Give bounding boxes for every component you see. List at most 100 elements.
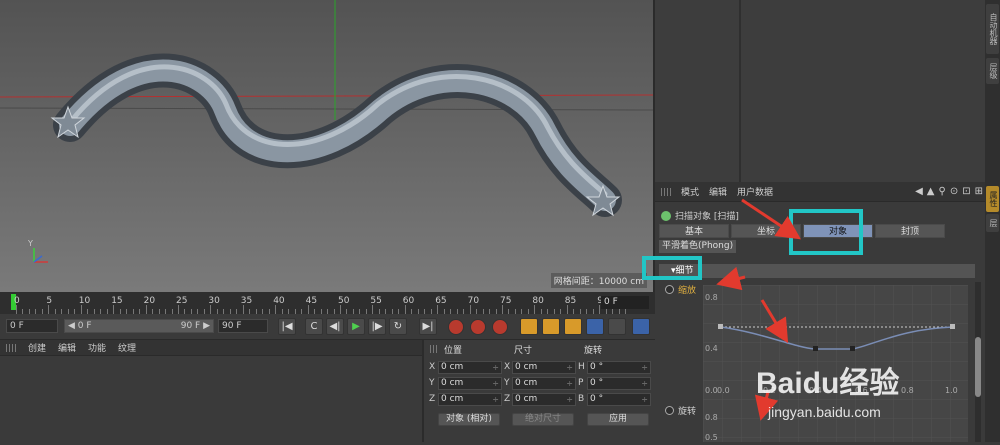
timeline-minor-tick (178, 305, 179, 314)
param-key-icon[interactable] (586, 318, 604, 335)
end-frame-field[interactable]: 90 F (218, 319, 268, 333)
graph-x-tick: 1.0 (945, 386, 958, 395)
scale-row: 缩放 (665, 283, 696, 296)
autokey-icon[interactable] (470, 319, 486, 335)
timeline-minor-tick (307, 305, 309, 314)
timeline-minor-tick (145, 305, 147, 314)
attribute-scrollbar[interactable] (975, 282, 981, 442)
menu-mode[interactable]: 模式 (681, 185, 699, 198)
coordinate-mode-dropdown[interactable]: 对象 (相对) (438, 413, 500, 426)
timeline-minor-tick (275, 305, 277, 314)
graph-y-tick: 0.5 (705, 433, 718, 442)
menu-edit[interactable]: 编辑 (58, 341, 76, 354)
apply-button[interactable]: 应用 (587, 413, 649, 426)
loop-button[interactable]: ↻ (389, 318, 407, 335)
timeline-minor-tick (113, 305, 115, 314)
timeline-minor-tick (340, 305, 341, 314)
timeline-ruler[interactable]: 051015202530354045505560657075808590 0 F (0, 292, 655, 314)
prev-frame-button[interactable]: ◀| (326, 318, 344, 335)
material-menu-bar: 创建 编辑 功能 纹理 (0, 340, 422, 356)
grip-icon (661, 187, 671, 196)
rot-h-label: H (578, 362, 585, 372)
graph-y-tick: 0.8 (705, 413, 718, 422)
size-mode-dropdown[interactable]: 绝对尺寸 (512, 413, 574, 426)
current-frame-field[interactable]: 0 F (601, 296, 649, 309)
details-section-header[interactable]: ▾细节 (659, 264, 975, 278)
record-icon[interactable] (448, 319, 464, 335)
pos-x-field[interactable]: 0 cm (438, 361, 502, 374)
frame-range-slider[interactable]: ◀ 0 F 90 F ▶ (64, 319, 214, 333)
search-icon[interactable]: ⚲ (939, 186, 946, 197)
timeline-minor-tick (502, 305, 503, 314)
timeline-minor-tick (404, 305, 406, 314)
rotate-key-icon[interactable] (564, 318, 582, 335)
rotation-header: 旋转 (584, 346, 603, 356)
tab-caps[interactable]: 封顶 (875, 224, 945, 238)
keyframe-help-icon[interactable] (492, 319, 508, 335)
curve-point (950, 324, 955, 329)
menu-texture[interactable]: 纹理 (118, 341, 136, 354)
side-tab-attributes[interactable]: 属性 (986, 186, 999, 212)
graph-x-tick: 0.0 (717, 386, 730, 395)
film-icon[interactable] (608, 318, 626, 335)
range-end: 90 F ▶ (180, 321, 210, 331)
rot-h-field[interactable]: 0 ° (587, 361, 651, 374)
dope-sheet-icon[interactable] (632, 318, 650, 335)
tab-phong[interactable]: 平滑着色(Phong) (659, 240, 737, 253)
rot-b-label: B (578, 394, 585, 404)
side-tab-1[interactable]: 层级 (986, 58, 999, 84)
timeline-minor-tick (16, 305, 17, 314)
menu-edit[interactable]: 编辑 (709, 185, 727, 198)
curve-point (813, 346, 818, 351)
size-y-field[interactable]: 0 cm (512, 377, 576, 390)
side-tab-0[interactable]: 自动机器 (986, 4, 999, 54)
scale-animate-radio[interactable] (665, 285, 674, 294)
prev-key-button[interactable]: C (305, 318, 323, 335)
move-key-icon[interactable] (520, 318, 538, 335)
back-arrow-icon[interactable]: ◀ (915, 186, 923, 197)
material-manager[interactable]: 创建 编辑 功能 纹理 (0, 340, 424, 442)
grid-spacing-readout: 网格间距：10000 cm (550, 273, 647, 288)
menu-create[interactable]: 创建 (28, 341, 46, 354)
goto-start-button[interactable]: |◀ (278, 318, 296, 335)
menu-function[interactable]: 功能 (88, 341, 106, 354)
timeline-minor-tick (469, 305, 471, 314)
play-button[interactable]: ▶ (347, 318, 365, 335)
size-x-field[interactable]: 0 cm (512, 361, 576, 374)
up-arrow-icon[interactable]: ▲ (927, 186, 935, 197)
side-tab-strip: 自动机器 层级 属性 层 (985, 0, 1000, 442)
timeline-minor-tick (48, 305, 50, 314)
rot-p-field[interactable]: 0 ° (587, 377, 651, 390)
scale-key-icon[interactable] (542, 318, 560, 335)
pos-z-field[interactable]: 0 cm (438, 393, 502, 406)
menu-userdata[interactable]: 用户数据 (737, 185, 773, 198)
curve-point (850, 346, 855, 351)
new-panel-icon[interactable]: ⊞ (975, 186, 983, 197)
pos-y-field[interactable]: 0 cm (438, 377, 502, 390)
start-frame-field[interactable]: 0 F (6, 319, 58, 333)
rot-b-field[interactable]: 0 ° (587, 393, 651, 406)
size-x-label: X (504, 362, 511, 372)
timeline-minor-tick (80, 305, 82, 314)
graph-y-tick: 0.4 (705, 344, 718, 353)
curve-point (718, 324, 723, 329)
rot-p-label: P (578, 378, 584, 388)
sweep-object-icon (661, 210, 671, 221)
viewport[interactable]: Y 网格间距：10000 cm (0, 0, 655, 292)
timeline-minor-tick (210, 305, 212, 314)
size-z-field[interactable]: 0 cm (512, 393, 576, 406)
next-frame-button[interactable]: |▶ (368, 318, 386, 335)
pos-x-label: X (429, 362, 436, 372)
target-icon[interactable]: ⊙ (950, 186, 958, 197)
graph-y-tick: 0.8 (705, 293, 718, 302)
scale-label: 缩放 (678, 286, 697, 296)
lock-icon[interactable]: ⊡ (962, 186, 970, 197)
timeline-minor-tick (242, 305, 244, 314)
rotate-animate-radio[interactable] (665, 406, 674, 415)
tab-basic[interactable]: 基本 (659, 224, 729, 238)
position-header: 位置 (444, 346, 463, 356)
rotate-row: 旋转 (665, 404, 696, 417)
side-tab-3[interactable]: 层 (986, 214, 999, 232)
goto-end-button[interactable]: ▶| (419, 318, 437, 335)
object-manager-panel[interactable] (655, 0, 985, 182)
